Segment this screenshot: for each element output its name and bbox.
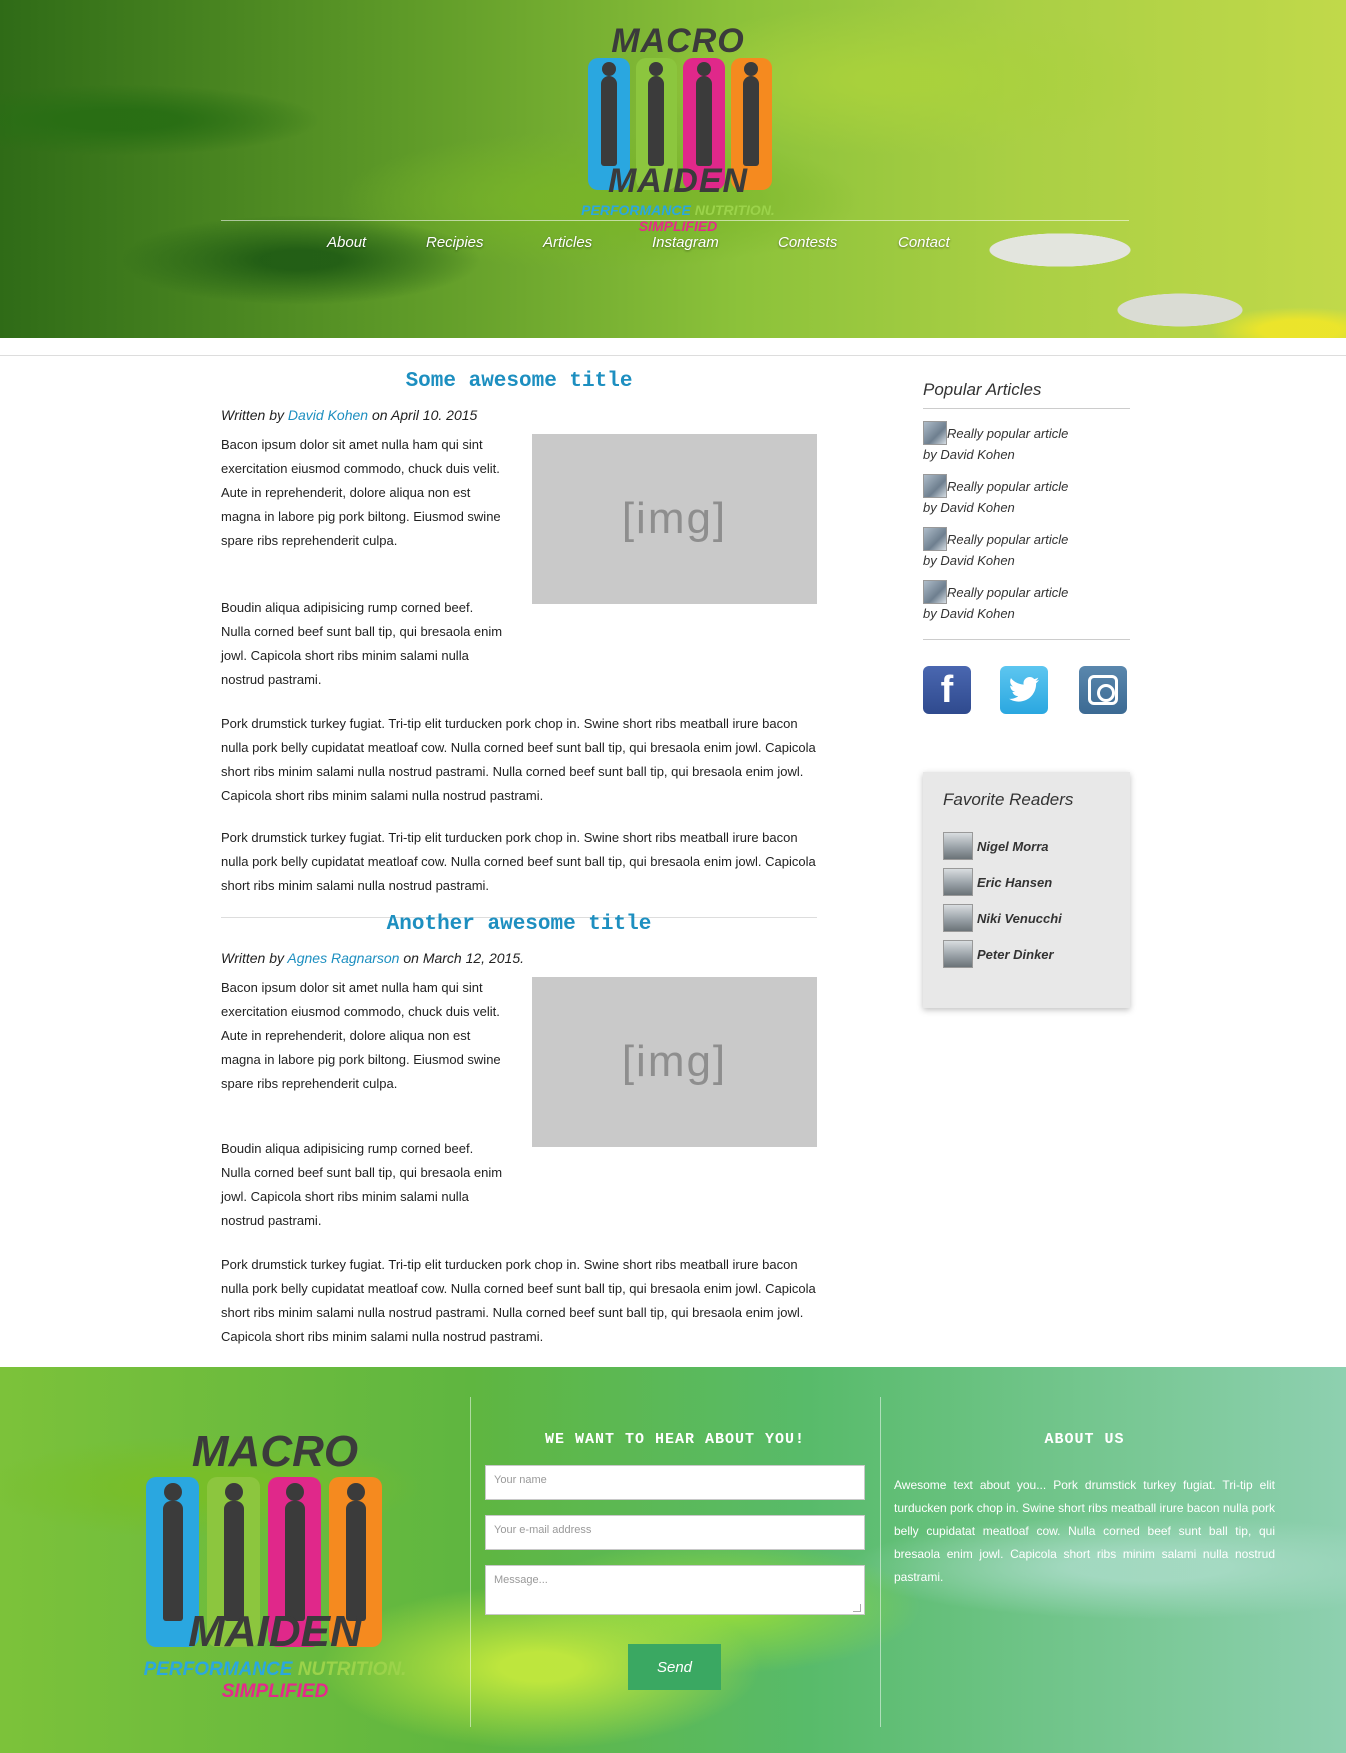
article-title[interactable]: Another awesome title [221, 913, 817, 936]
article-image: [img] [532, 977, 817, 1147]
article-title[interactable]: Some awesome title [221, 370, 817, 393]
popular-article-title[interactable]: Really popular article [947, 479, 1068, 494]
article-paragraph: Pork drumstick turkey fugiat. Tri-tip el… [221, 716, 816, 803]
main-nav: About Recipies Articles Instagram Contes… [221, 234, 1129, 258]
reader-avatar [943, 940, 973, 968]
article-thumbnail [923, 527, 947, 551]
article-thumbnail [923, 421, 947, 445]
about-us-heading: ABOUT US [1044, 1431, 1125, 1448]
logo-word-macro: MACRO [191, 1427, 359, 1476]
reader-item[interactable]: Nigel Morra [943, 828, 1110, 864]
nav-about[interactable]: About [327, 234, 366, 251]
logo-word-maiden: MAIDEN [188, 1607, 362, 1656]
sidebar: Popular Articles Really popular article … [923, 380, 1130, 640]
footer: MACRO MAIDEN PERFORMANCE NUTRITION. SIMP… [0, 1367, 1346, 1753]
popular-article-item[interactable]: Really popular article by David Kohen [923, 421, 1130, 474]
footer-divider [470, 1397, 471, 1727]
social-links: f [923, 666, 1127, 714]
article-paragraph: Pork drumstick turkey fugiat. Tri-tip el… [221, 830, 816, 893]
popular-article-title[interactable]: Really popular article [947, 585, 1068, 600]
article: Another awesome title [221, 913, 817, 936]
site-logo[interactable]: MACRO MAIDEN PERFORMANCE NUTRITION. SIMP… [548, 22, 808, 234]
popular-article-author: by David Kohen [923, 447, 1015, 462]
article-paragraph: Bacon ipsum dolor sit amet nulla ham qui… [221, 437, 501, 548]
reader-name[interactable]: Eric Hansen [977, 875, 1052, 890]
nav-recipies[interactable]: Recipies [426, 234, 484, 251]
author-link[interactable]: David Kohen [288, 407, 368, 423]
popular-article-author: by David Kohen [923, 500, 1015, 515]
footer-logo[interactable]: MACRO MAIDEN PERFORMANCE NUTRITION. SIMP… [90, 1427, 460, 1702]
facebook-icon[interactable]: f [923, 666, 971, 714]
nav-instagram[interactable]: Instagram [652, 234, 719, 251]
reader-name[interactable]: Nigel Morra [977, 839, 1049, 854]
article-byline: Written by Agnes Ragnarson on March 12, … [221, 950, 524, 966]
resize-handle-icon[interactable] [853, 1604, 861, 1612]
logo-tagline: PERFORMANCE NUTRITION. SIMPLIFIED [581, 202, 775, 234]
popular-article-item[interactable]: Really popular article by David Kohen [923, 527, 1130, 580]
logo-word-maiden: MAIDEN [607, 162, 749, 200]
author-link[interactable]: Agnes Ragnarson [287, 950, 399, 966]
sidebar-divider [923, 639, 1130, 640]
article-paragraph: Boudin aliqua adipisicing rump corned be… [221, 600, 503, 687]
reader-avatar [943, 904, 973, 932]
popular-article-author: by David Kohen [923, 553, 1015, 568]
popular-articles-heading: Popular Articles [923, 380, 1042, 399]
article-byline: Written by David Kohen on April 10. 2015 [221, 407, 478, 423]
popular-article-author: by David Kohen [923, 606, 1015, 621]
footer-divider [880, 1397, 881, 1727]
sidebar-divider [923, 408, 1130, 409]
header-divider [0, 355, 1346, 356]
name-field[interactable]: Your name [485, 1465, 865, 1500]
popular-article-item[interactable]: Really popular article by David Kohen [923, 474, 1130, 527]
instagram-icon[interactable] [1079, 666, 1127, 714]
favorite-readers-panel: Favorite Readers Nigel Morra Eric Hansen… [923, 772, 1130, 1008]
reader-item[interactable]: Eric Hansen [943, 864, 1110, 900]
logo-tagline: PERFORMANCE NUTRITION. SIMPLIFIED [143, 1659, 407, 1702]
reader-name[interactable]: Peter Dinker [977, 947, 1054, 962]
send-button[interactable]: Send [628, 1644, 721, 1690]
article-paragraph: Boudin aliqua adipisicing rump corned be… [221, 1141, 503, 1228]
logo-word-macro: MACRO [611, 22, 745, 60]
article-thumbnail [923, 474, 947, 498]
favorite-readers-heading: Favorite Readers [943, 790, 1074, 809]
article-image: [img] [532, 434, 817, 604]
reader-avatar [943, 868, 973, 896]
reader-name[interactable]: Niki Venucchi [977, 911, 1062, 926]
popular-article-title[interactable]: Really popular article [947, 426, 1068, 441]
article-thumbnail [923, 580, 947, 604]
twitter-icon[interactable] [1000, 666, 1048, 714]
contact-heading: WE WANT TO HEAR ABOUT YOU! [544, 1431, 806, 1448]
message-field[interactable]: Message... [485, 1565, 865, 1615]
article-paragraph: Bacon ipsum dolor sit amet nulla ham qui… [221, 980, 501, 1091]
nav-articles[interactable]: Articles [543, 234, 592, 251]
nav-contact[interactable]: Contact [898, 234, 950, 251]
popular-article-title[interactable]: Really popular article [947, 532, 1068, 547]
reader-item[interactable]: Peter Dinker [943, 936, 1110, 972]
popular-article-item[interactable]: Really popular article by David Kohen [923, 580, 1130, 633]
reader-avatar [943, 832, 973, 860]
reader-item[interactable]: Niki Venucchi [943, 900, 1110, 936]
header-banner: MACRO MAIDEN PERFORMANCE NUTRITION. SIMP… [0, 0, 1346, 338]
email-field[interactable]: Your e-mail address [485, 1515, 865, 1550]
nav-contests[interactable]: Contests [778, 234, 837, 251]
article: Some awesome title [221, 370, 817, 393]
nav-divider [221, 220, 1129, 221]
about-us-text: Awesome text about you... Pork drumstick… [894, 1478, 1275, 1584]
article-paragraph: Pork drumstick turkey fugiat. Tri-tip el… [221, 1257, 816, 1344]
